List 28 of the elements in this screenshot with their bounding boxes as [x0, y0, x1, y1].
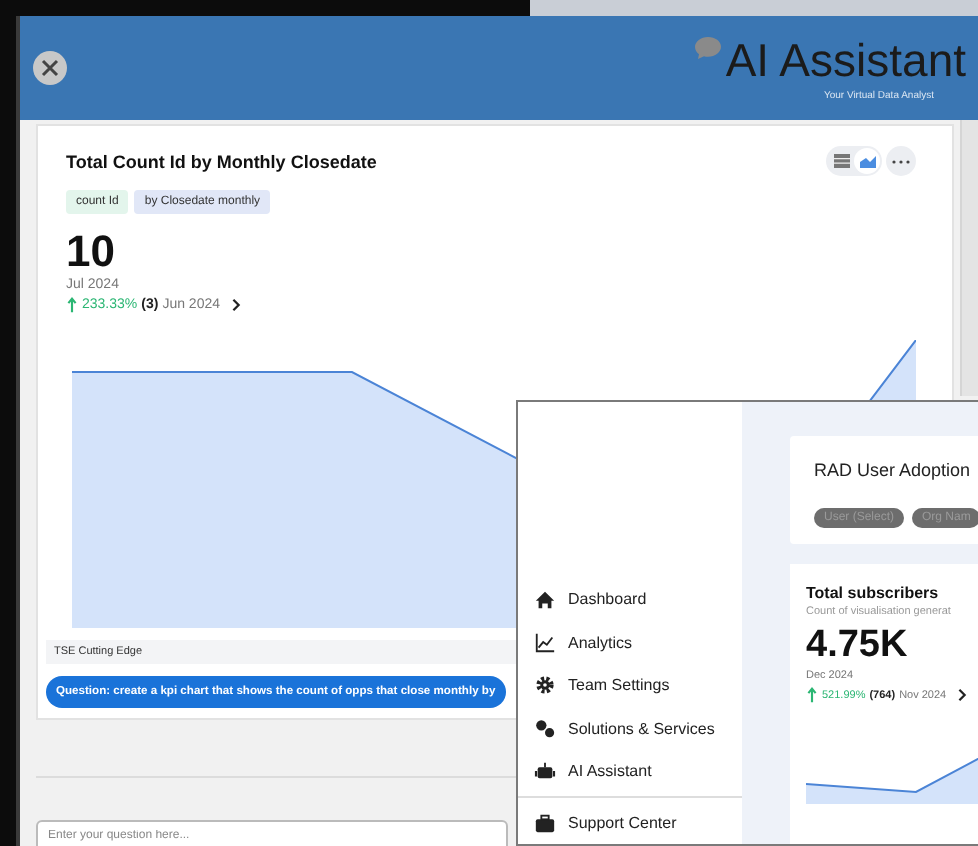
table-view-button[interactable] [828, 148, 854, 174]
gears-icon [534, 717, 556, 740]
table-icon [833, 154, 849, 168]
chart-view-button[interactable] [854, 148, 880, 174]
nav-item[interactable]: Dashboard [518, 578, 742, 621]
close-icon[interactable] [32, 50, 68, 86]
chart-icon [534, 631, 556, 654]
area-chart-icon [859, 154, 875, 168]
nav-item[interactable]: Team Settings [518, 664, 742, 707]
scrollbar[interactable] [960, 120, 978, 396]
card-title: Total Count Id by Monthly Closedate [66, 151, 377, 171]
kpi-title: Total subscribers [806, 584, 941, 602]
nav-item[interactable]: Support Center [518, 801, 742, 844]
home-icon [534, 588, 556, 611]
chevron-right-icon[interactable] [230, 298, 243, 312]
nav-item[interactable]: AI Assistant [518, 750, 742, 793]
chevron-right-icon[interactable] [956, 688, 969, 702]
report-title: RAD User Adoption [814, 460, 973, 480]
briefcase-icon [534, 811, 556, 834]
window-title: AI Assistant [725, 36, 966, 84]
more-options-button[interactable] [886, 146, 916, 176]
nav-item[interactable]: Solutions & Services [518, 707, 742, 750]
up-arrow-icon [806, 686, 818, 704]
robot-icon [534, 760, 556, 783]
up-arrow-icon [66, 296, 78, 314]
gear-icon [534, 674, 556, 697]
chat-bubble-icon [693, 36, 722, 60]
kpi-value: 10 [64, 228, 117, 276]
